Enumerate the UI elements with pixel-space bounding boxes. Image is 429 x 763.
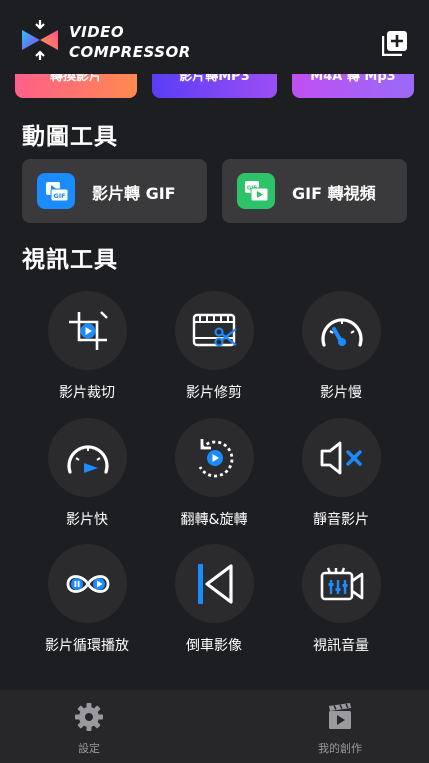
- loop-tool[interactable]: 影片循環播放: [23, 544, 151, 664]
- video-to-gif-card[interactable]: GIF 影片轉 GIF: [22, 159, 207, 223]
- trim-tool[interactable]: 影片修剪: [150, 291, 278, 411]
- gif-to-video-card[interactable]: GIF GIF 轉視頻: [222, 159, 407, 223]
- crop-tool[interactable]: 影片裁切: [23, 291, 151, 411]
- mute-label: 靜音影片: [313, 512, 369, 528]
- gif-to-video-icon: GIF: [237, 173, 275, 209]
- slow-motion-tool-circle: [302, 291, 381, 370]
- app-logo-icon: [22, 20, 58, 60]
- crop-label: 影片裁切: [59, 385, 115, 401]
- my-creations-icon: [329, 703, 351, 729]
- gear-icon: [75, 703, 103, 731]
- loop-icon: [66, 574, 109, 593]
- trim-label: 影片修剪: [186, 385, 242, 401]
- crop-tool-circle: [48, 291, 127, 370]
- reverse-label: 倒車影像: [186, 638, 242, 654]
- rotate-label: 翻轉&旋轉: [180, 512, 248, 528]
- add-to-queue-icon[interactable]: [382, 30, 408, 56]
- volume-tool-circle: [302, 544, 381, 623]
- bottom-nav: 設定 我的創作: [0, 690, 429, 763]
- video-to-gif-label: 影片轉 GIF: [92, 184, 176, 203]
- volume-tool[interactable]: 視訊音量: [277, 544, 405, 664]
- nav-my-creations[interactable]: 我的創作: [295, 702, 385, 756]
- reverse-tool[interactable]: 倒車影像: [150, 544, 278, 664]
- nav-settings-label: 設定: [78, 742, 100, 755]
- video-to-gif-icon: GIF: [37, 173, 75, 209]
- mute-icon: [320, 441, 362, 474]
- gif-tools-title: 動圖工具: [22, 124, 118, 150]
- trim-icon: [192, 313, 237, 346]
- mute-tool-circle: [302, 418, 381, 497]
- fast-motion-icon: [66, 444, 109, 474]
- nav-settings[interactable]: 設定: [44, 702, 134, 756]
- video-tools-title: 視訊工具: [22, 247, 118, 273]
- rotate-icon: [198, 438, 233, 477]
- crop-icon: [68, 310, 108, 350]
- volume-label: 視訊音量: [313, 638, 369, 654]
- loop-tool-circle: [48, 544, 127, 623]
- header: VIDEO COMPRESSOR: [0, 0, 429, 74]
- nav-my-creations-label: 我的創作: [318, 742, 362, 755]
- loop-label: 影片循環播放: [45, 638, 129, 654]
- rotate-tool-circle: [175, 418, 254, 497]
- slow-motion-icon: [320, 317, 363, 347]
- slow-motion-label: 影片慢: [320, 385, 362, 401]
- mute-tool[interactable]: 靜音影片: [277, 418, 405, 538]
- reverse-tool-circle: [175, 544, 254, 623]
- fast-motion-label: 影片快: [66, 512, 108, 528]
- rotate-tool[interactable]: 翻轉&旋轉: [150, 418, 278, 538]
- svg-text:GIF: GIF: [53, 192, 65, 200]
- gif-to-video-label: GIF 轉視頻: [292, 184, 376, 203]
- volume-icon: [320, 567, 363, 600]
- app-title: VIDEO COMPRESSOR: [69, 23, 191, 61]
- fast-motion-tool[interactable]: 影片快: [23, 418, 151, 538]
- reverse-icon: [197, 563, 233, 604]
- fast-motion-tool-circle: [48, 418, 127, 497]
- slow-motion-tool[interactable]: 影片慢: [277, 291, 405, 411]
- trim-tool-circle: [175, 291, 254, 370]
